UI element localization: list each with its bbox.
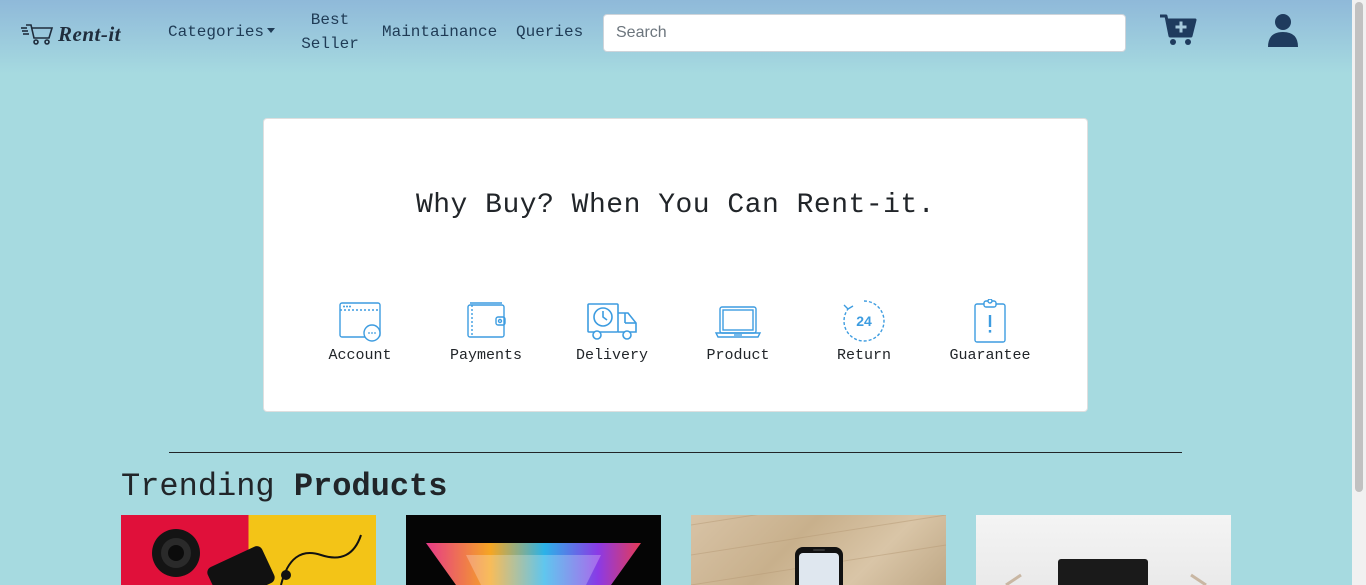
product-card-smartphone[interactable] — [691, 515, 946, 585]
colorful-laptop-image — [426, 543, 641, 585]
page-scrollbar[interactable] — [1352, 0, 1366, 585]
product-card-tablet[interactable] — [976, 515, 1231, 585]
feature-payments-label: Payments — [449, 347, 522, 364]
hero-card: Why Buy? When You Can Rent-it. Account P… — [263, 118, 1088, 412]
feature-account[interactable]: Account — [305, 299, 415, 364]
cart-logo-icon — [21, 24, 54, 45]
feature-product[interactable]: Product — [683, 299, 793, 364]
trending-title-bold: Products — [293, 468, 448, 505]
product-card-camera[interactable] — [121, 515, 376, 585]
nav-categories-label[interactable]: Categories — [168, 23, 264, 41]
account-window-icon — [339, 302, 381, 342]
24-hour-return-icon: 24 — [843, 300, 885, 342]
brand-name[interactable]: Rent-it — [58, 22, 121, 47]
svg-text:24: 24 — [856, 313, 872, 329]
feature-return[interactable]: 24 Return — [809, 299, 919, 364]
feature-product-label: Product — [706, 347, 770, 364]
delivery-truck-icon — [587, 303, 637, 340]
product-card-laptop[interactable] — [406, 515, 661, 585]
feature-payments[interactable]: Payments — [431, 299, 541, 364]
camera-lens-earphones-image — [152, 529, 362, 585]
feature-guarantee[interactable]: Guarantee — [935, 299, 1045, 364]
trending-title-regular: Trending — [121, 468, 275, 505]
feature-list: Account Payments Delivery Product 24 Ret… — [310, 299, 1070, 374]
search-input[interactable] — [603, 14, 1126, 52]
feature-return-label: Return — [836, 347, 891, 364]
wallet-icon — [467, 302, 506, 338]
nav-best-seller-line2[interactable]: Seller — [300, 32, 360, 56]
nav-maintainance[interactable]: Maintainance — [382, 20, 497, 44]
nav-queries[interactable]: Queries — [516, 20, 583, 44]
navbar: Rent-it Categories Best Seller Maintaina… — [0, 0, 1352, 74]
feature-account-label: Account — [328, 347, 392, 364]
nav-best-seller-line1[interactable]: Best — [300, 8, 360, 32]
smartphone-on-wood-image — [691, 515, 946, 585]
feature-guarantee-label: Guarantee — [949, 347, 1031, 364]
clipboard-alert-icon — [974, 299, 1006, 343]
nav-best-seller[interactable]: Best Seller — [300, 8, 360, 56]
tablet-on-desk-image — [1005, 559, 1207, 585]
cart-plus-icon — [1160, 14, 1197, 45]
cart-button[interactable] — [1158, 12, 1198, 48]
nav-categories-dropdown[interactable]: Categories — [168, 20, 276, 44]
scrollbar-thumb[interactable] — [1355, 2, 1363, 492]
trending-title: Trending Products — [121, 468, 447, 505]
user-icon — [1268, 14, 1298, 47]
brand-logo[interactable]: Rent-it — [20, 20, 121, 48]
feature-delivery[interactable]: Delivery — [557, 299, 667, 364]
caret-down-icon — [267, 28, 276, 34]
hero-title: Why Buy? When You Can Rent-it. — [415, 190, 936, 221]
laptop-icon — [714, 306, 762, 338]
section-divider — [169, 452, 1182, 453]
user-account-button[interactable] — [1266, 12, 1300, 48]
feature-delivery-label: Delivery — [575, 347, 648, 364]
